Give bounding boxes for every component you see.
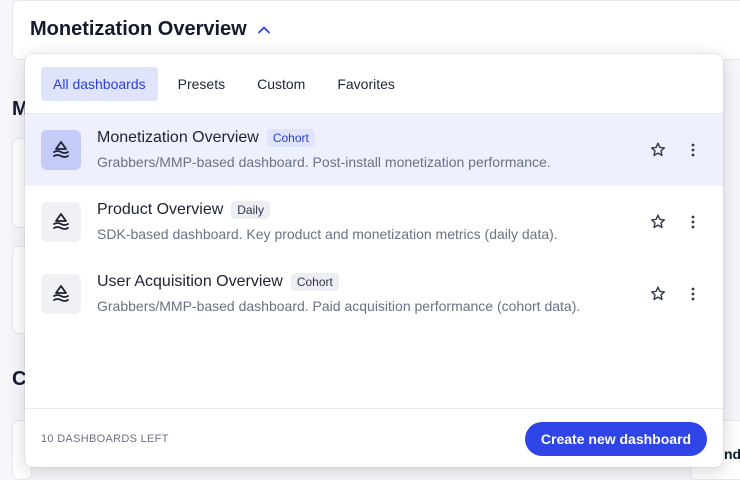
more-options-icon[interactable] <box>687 213 699 231</box>
dashboard-type-badge: Daily <box>231 201 270 219</box>
tab-custom[interactable]: Custom <box>245 67 317 101</box>
dashboard-description: Grabbers/MMP-based dashboard. Paid acqui… <box>97 298 581 314</box>
dashboard-title-row: Monetization Overview Cohort <box>97 129 315 147</box>
dashboard-title-row: User Acquisition Overview Cohort <box>97 273 339 291</box>
star-icon[interactable] <box>649 285 667 303</box>
dashboard-description: SDK-based dashboard. Key product and mon… <box>97 226 558 242</box>
dashboard-item-product-overview[interactable]: Product Overview Daily SDK-based dashboa… <box>25 186 723 258</box>
dashboard-item-monetization-overview[interactable]: Monetization Overview Cohort Grabbers/MM… <box>25 114 723 186</box>
dashboard-logo-icon <box>41 130 81 170</box>
dashboards-dropdown: All dashboards Presets Custom Favorites … <box>25 54 723 467</box>
tab-all-dashboards[interactable]: All dashboards <box>41 67 158 101</box>
dashboard-name: User Acquisition Overview <box>97 273 283 290</box>
dashboard-title-row: Product Overview Daily <box>97 201 270 219</box>
more-options-icon[interactable] <box>687 285 699 303</box>
background-label-fragment: nd <box>724 446 740 462</box>
star-icon[interactable] <box>649 141 667 159</box>
dashboard-name: Monetization Overview <box>97 129 259 146</box>
chevron-up-icon <box>257 26 270 33</box>
dashboard-description: Grabbers/MMP-based dashboard. Post-insta… <box>97 154 551 170</box>
dashboard-item-user-acquisition-overview[interactable]: User Acquisition Overview Cohort Grabber… <box>25 258 723 330</box>
divider <box>25 408 723 409</box>
dashboard-tabs: All dashboards Presets Custom Favorites <box>41 67 415 101</box>
dashboard-selector[interactable]: Monetization Overview <box>30 18 271 41</box>
dashboard-type-badge: Cohort <box>290 273 339 291</box>
dashboard-logo-icon <box>41 274 81 314</box>
page-title: Monetization Overview <box>30 18 247 40</box>
dashboard-list: Monetization Overview Cohort Grabbers/MM… <box>25 114 723 330</box>
dashboard-type-badge: Cohort <box>266 129 315 147</box>
create-dashboard-button[interactable]: Create new dashboard <box>525 422 707 456</box>
dashboard-name: Product Overview <box>97 201 224 218</box>
tab-presets[interactable]: Presets <box>166 67 237 101</box>
more-options-icon[interactable] <box>687 141 699 159</box>
dashboards-remaining-count: 10 DASHBOARDS LEFT <box>41 433 169 445</box>
tab-favorites[interactable]: Favorites <box>325 67 407 101</box>
dashboard-logo-icon <box>41 202 81 242</box>
star-icon[interactable] <box>649 213 667 231</box>
